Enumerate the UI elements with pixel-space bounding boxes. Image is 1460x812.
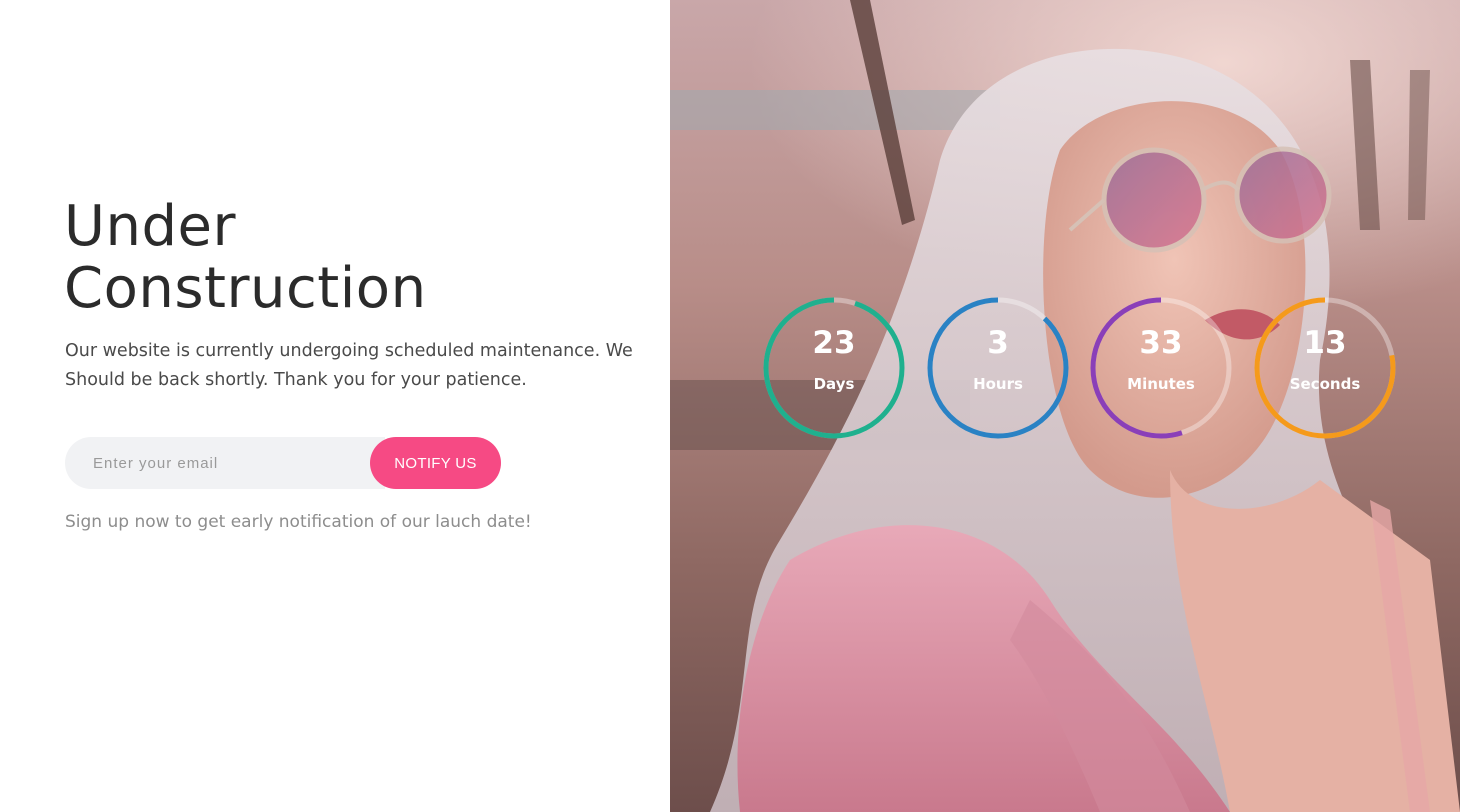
page-title-line2: Construction (64, 256, 427, 321)
seconds-label: Seconds (1289, 375, 1361, 393)
seconds-ring (1254, 297, 1396, 439)
countdown-days: 23 Days (761, 295, 907, 441)
page-title-line1: Under (64, 194, 237, 259)
signup-note: Sign up now to get early notification of… (65, 512, 532, 532)
days-ring (763, 297, 905, 439)
hero-image-panel: 23 Days 3 Hours 33 Minutes 13 Seconds (670, 0, 1460, 812)
minutes-value: 33 (1139, 325, 1183, 361)
hours-label: Hours (973, 375, 1023, 393)
days-label: Days (813, 375, 855, 393)
hours-ring (927, 297, 1069, 439)
maintenance-description: Our website is currently undergoing sche… (65, 341, 633, 390)
notify-us-button[interactable]: NOTIFY US (370, 437, 501, 489)
countdown-minutes: 33 Minutes (1088, 295, 1234, 441)
minutes-label: Minutes (1127, 375, 1195, 393)
email-input[interactable] (65, 437, 385, 489)
notify-form: NOTIFY US (65, 437, 501, 489)
page-title: Under Construction (64, 196, 624, 320)
seconds-value: 13 (1303, 325, 1347, 361)
content-panel: Under Construction Our website is curren… (0, 0, 670, 812)
minutes-ring (1090, 297, 1232, 439)
countdown-hours: 3 Hours (925, 295, 1071, 441)
hours-value: 3 (987, 325, 1009, 361)
countdown-seconds: 13 Seconds (1252, 295, 1398, 441)
days-value: 23 (812, 325, 856, 361)
